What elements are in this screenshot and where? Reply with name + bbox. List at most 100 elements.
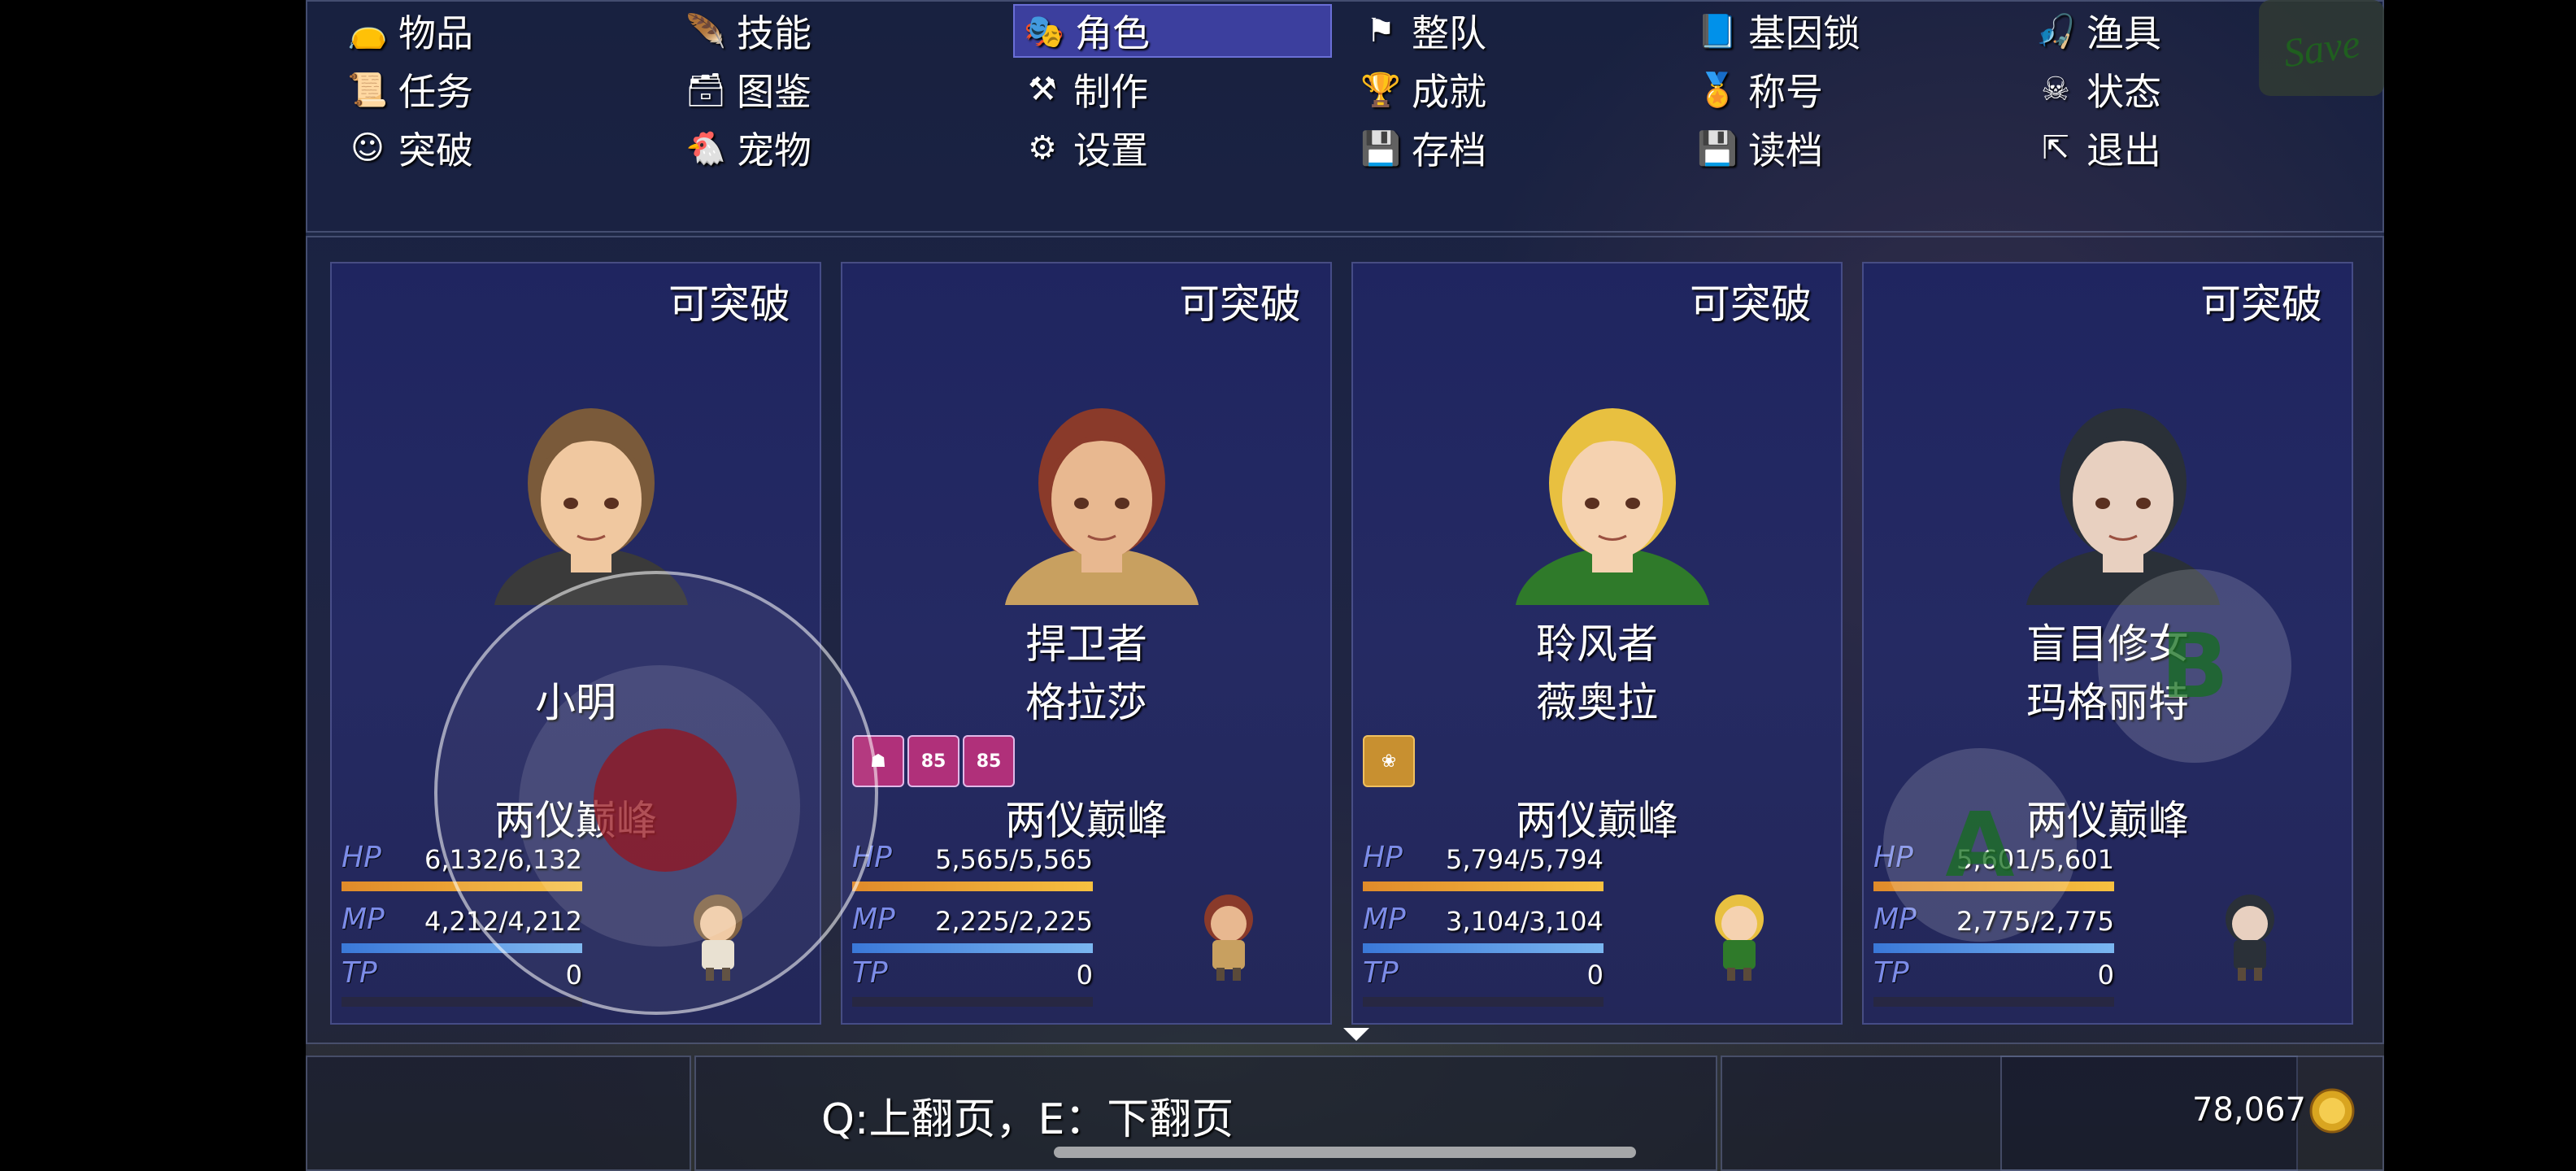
face-state-icon: 85 [963, 735, 1015, 787]
menu-item-17[interactable]: 💾 读档 [1688, 121, 1956, 175]
menu-item-label: 技能 [737, 11, 812, 55]
tp-value: 0 [1076, 960, 1093, 990]
tp-bar [1363, 997, 1603, 1007]
gear-icon: ⚙ [1028, 129, 1057, 167]
hp-bar [1363, 882, 1603, 891]
hp-bar [852, 882, 1093, 891]
menu-item-label: 突破 [398, 128, 473, 172]
exit-icon: ⇱ [2042, 129, 2069, 167]
bottom-left-panel [306, 1056, 691, 1171]
tp-bar [852, 997, 1093, 1007]
menu-item-10[interactable]: 🏆 成就 [1351, 63, 1620, 116]
menu-item-16[interactable]: 💾 存档 [1351, 121, 1620, 175]
character-portrait [1495, 369, 1730, 605]
menu-item-label: 称号 [1748, 70, 1823, 114]
menu-item-6[interactable]: 🎣 渔具 [2026, 4, 2295, 58]
skill-feather-icon: 🪶 [685, 12, 726, 50]
character-name: 薇奥拉 [1536, 679, 1658, 726]
joystick-knob[interactable] [594, 729, 737, 872]
lotus-state-icon: ❀ [1363, 735, 1415, 787]
mp-bar-fill [852, 943, 1093, 953]
trophy-icon: 🏆 [1360, 71, 1401, 109]
character-sprite [1703, 886, 1776, 984]
medal-icon: 🏅 [1697, 71, 1738, 109]
menu-item-label: 任务 [398, 70, 473, 114]
character-class: 聆风者 [1536, 620, 1658, 668]
book-icon: 📘 [1697, 12, 1738, 50]
menu-item-15[interactable]: ⚙ 设置 [1013, 121, 1281, 175]
menu-item-8[interactable]: 🗃 图鉴 [677, 63, 945, 116]
tp-value: 0 [2097, 960, 2114, 990]
scroll-down-icon[interactable] [1343, 1028, 1369, 1041]
menu-item-label: 成就 [1412, 70, 1486, 114]
scroll-icon: 📜 [347, 71, 388, 109]
character-sprite [2213, 886, 2287, 984]
menu-item-label: 渔具 [2086, 11, 2161, 55]
game-screen: 👝 物品 🪶 技能 🎭 角色 ⚑ 整队 📘 基因锁 🎣 渔具 📜 任务 🗃 图鉴 ⚒ 制作 🏆 成就 🏅 称号 ☠ 状态 ☺ 突破… [306, 0, 2384, 1171]
hp-value: 5,565/5,565 [935, 844, 1093, 875]
breakthrough-status: 可突破 [2200, 281, 2322, 328]
coin-icon [2309, 1088, 2355, 1134]
fishing-rod-icon: 🎣 [2035, 12, 2076, 50]
menu-item-1[interactable]: 👝 物品 [338, 4, 607, 58]
menu-item-18[interactable]: ⇱ 退出 [2026, 121, 2295, 175]
flag-icon: ⚑ [1366, 12, 1395, 50]
gas-mask-icon: ☠ [2041, 71, 2070, 108]
floppy-load-icon: 💾 [1697, 129, 1738, 168]
mp-bar [852, 943, 1093, 953]
breakthrough-status: 可突破 [1179, 281, 1301, 328]
chest-icon: 🗃 [685, 71, 727, 109]
menu-item-label: 设置 [1073, 128, 1148, 172]
breakthrough-status: 可突破 [668, 281, 790, 328]
floppy-save-icon: 💾 [1360, 129, 1401, 168]
save-label: Save [2280, 20, 2363, 76]
hp-bar-fill [852, 882, 1093, 891]
mp-bar-fill [1873, 943, 2114, 953]
character-card[interactable]: 可突破 捍卫者 格拉莎 两仪巅峰 ☗ 85 85 HP 5,565/5,565 MP 2,225/… [841, 262, 1332, 1025]
menu-item-label: 退出 [2086, 128, 2161, 172]
anvil-icon: ⚒ [1028, 71, 1057, 108]
mp-bar [1363, 943, 1603, 953]
character-rank: 两仪巅峰 [1005, 797, 1168, 844]
menu-item-9[interactable]: ⚒ 制作 [1013, 63, 1281, 116]
face-icon: ☺ [350, 129, 385, 167]
menu-item-label: 图鉴 [737, 70, 812, 114]
character-card[interactable]: 可突破 聆风者 薇奥拉 两仪巅峰 ❀ HP 5,794/5,794 MP 3,104/3,10… [1351, 262, 1843, 1025]
menu-item-label: 状态 [2086, 70, 2161, 114]
menu-item-label: 整队 [1412, 11, 1486, 55]
menu-item-label: 角色 [1075, 11, 1150, 55]
gold-panel: 78,067 [2000, 1056, 2384, 1171]
mp-value: 2,225/2,225 [935, 906, 1093, 937]
menu-item-5[interactable]: 📘 基因锁 [1688, 4, 1956, 58]
menu-item-3[interactable]: 🎭 角色 [1013, 4, 1332, 58]
bag-icon: 👝 [347, 12, 388, 50]
character-class: 捍卫者 [1025, 620, 1147, 668]
menu-item-2[interactable]: 🪶 技能 [677, 4, 945, 58]
a-button-label: A [1945, 793, 2015, 897]
save-button[interactable]: Save [2259, 0, 2384, 96]
hp-value: 5,794/5,794 [1446, 844, 1603, 875]
b-button-label: B [2160, 614, 2229, 718]
menu-item-label: 物品 [398, 11, 473, 55]
menu-item-7[interactable]: 📜 任务 [338, 63, 607, 116]
menu-item-13[interactable]: ☺ 突破 [338, 121, 607, 175]
help-text: Q:上翻页，E：下翻页 [821, 1095, 1234, 1144]
menu-item-14[interactable]: 🐔 宠物 [677, 121, 945, 175]
tp-value: 0 [1586, 960, 1603, 990]
menu-item-4[interactable]: ⚑ 整队 [1351, 4, 1620, 58]
menu-item-label: 制作 [1073, 70, 1148, 114]
menu-item-label: 基因锁 [1748, 11, 1860, 55]
menu-item-11[interactable]: 🏅 称号 [1688, 63, 1956, 116]
b-button[interactable]: B [2098, 569, 2291, 763]
character-portrait [473, 369, 709, 605]
character-portrait [984, 369, 1220, 605]
menu-item-label: 宠物 [737, 128, 812, 172]
gold-amount: 78,067 [2192, 1091, 2306, 1129]
menu-item-12[interactable]: ☠ 状态 [2026, 63, 2295, 116]
mp-value: 3,104/3,104 [1446, 906, 1603, 937]
character-sprite [1192, 886, 1265, 984]
chicken-icon: 🐔 [685, 129, 726, 168]
a-button[interactable]: A [1883, 748, 2077, 942]
tp-bar [1873, 997, 2114, 1007]
menu-item-label: 读档 [1748, 128, 1823, 172]
